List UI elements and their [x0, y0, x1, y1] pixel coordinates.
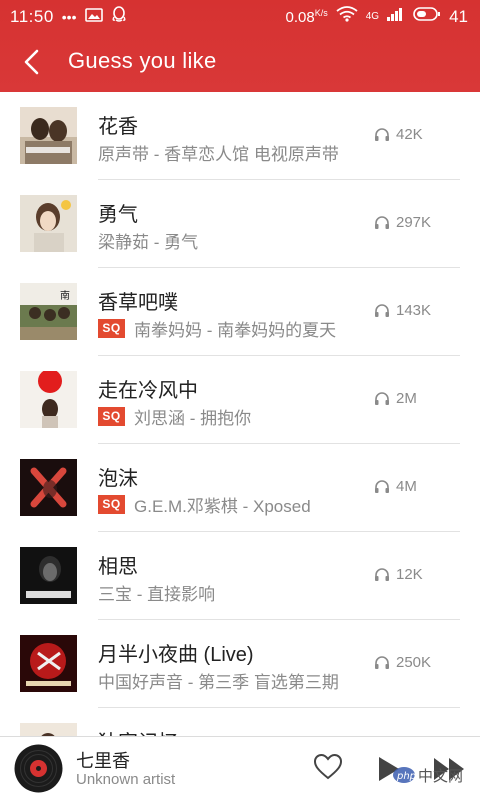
song-row[interactable]: 独家记忆: [0, 708, 480, 736]
app-header: 11:50 ••• 0.08K/s 4G 41 Guess you like: [0, 0, 480, 92]
favorite-button[interactable]: [313, 753, 343, 783]
sq-badge: SQ: [98, 407, 125, 426]
song-row[interactable]: 南 香草吧噗 SQ 南拳妈妈 - 南拳妈妈的夏天 143K: [0, 268, 480, 356]
page-title: Guess you like: [68, 48, 217, 73]
svg-text:php: php: [396, 771, 416, 782]
song-title: 香草吧噗: [98, 292, 178, 314]
play-count-value: 12K: [396, 566, 423, 583]
play-count-value: 143K: [396, 302, 432, 319]
status-time: 11:50: [10, 7, 54, 26]
song-subtitle: SQ G.E.M.邓紫棋 - Xposed: [98, 492, 311, 517]
network-type: 4G: [365, 11, 380, 22]
headphones-icon: [375, 656, 389, 669]
back-arrow-icon: [24, 49, 39, 75]
play-count: 143K: [374, 302, 436, 319]
battery-level: 41: [449, 6, 468, 26]
album-cover: 南: [20, 283, 77, 340]
album-cover: [20, 459, 77, 516]
song-subtitle: 原声带 - 香草恋人馆 电视原声带: [98, 145, 339, 164]
title-bar: Guess you like: [0, 32, 480, 92]
song-subtitle: 中国好声音 - 第三季 盲选第三期: [98, 673, 339, 692]
screen: 11:50 ••• 0.08K/s 4G 41 Guess you like 花…: [0, 0, 480, 800]
now-playing-title: 七里香: [76, 751, 130, 771]
album-cover: [20, 371, 77, 428]
svg-text:南: 南: [60, 289, 70, 302]
play-count: 2M: [374, 390, 436, 407]
song-row[interactable]: 月半小夜曲 (Live) 中国好声音 - 第三季 盲选第三期 250K: [0, 620, 480, 708]
network-speed: 0.08K/s: [285, 7, 328, 26]
song-row[interactable]: 相思 三宝 - 直接影响 12K: [0, 532, 480, 620]
song-title: 泡沫: [98, 468, 138, 490]
play-count-value: 250K: [396, 654, 432, 671]
headphones-icon: [375, 480, 389, 493]
song-subtitle: SQ 刘思涵 - 拥抱你: [98, 404, 251, 429]
album-cover: [20, 107, 77, 164]
song-subtitle: 梁静茹 - 勇气: [98, 233, 199, 252]
song-title: 独家记忆: [98, 726, 178, 736]
song-subtitle: SQ 南拳妈妈 - 南拳妈妈的夏天: [98, 316, 336, 341]
song-row[interactable]: 泡沫 SQ G.E.M.邓紫棋 - Xposed 4M: [0, 444, 480, 532]
song-title: 走在冷风中: [98, 380, 198, 402]
now-playing-artist: Unknown artist: [76, 771, 176, 788]
album-cover: [20, 723, 77, 736]
song-title: 花香: [98, 116, 138, 138]
now-playing-bar[interactable]: 七里香 Unknown artist php 中文网: [0, 736, 480, 800]
sq-badge: SQ: [98, 319, 125, 338]
headphones-icon: [375, 128, 389, 141]
play-count: 42K: [374, 126, 436, 143]
song-title: 相思: [98, 556, 138, 578]
headphones-icon: [375, 392, 389, 405]
headphones-icon: [375, 304, 389, 317]
wifi-icon: [336, 6, 358, 27]
song-row[interactable]: 勇气 梁静茹 - 勇气 297K: [0, 180, 480, 268]
status-left: 11:50 •••: [10, 6, 127, 28]
play-count: 12K: [374, 566, 436, 583]
album-cover: [20, 635, 77, 692]
watermark: php 中文网: [392, 761, 470, 789]
album-cover: [20, 547, 77, 604]
vinyl-disc-icon[interactable]: [14, 744, 63, 793]
song-list[interactable]: 花香 原声带 - 香草恋人馆 电视原声带 42K 勇气 梁静茹 - 勇气 297…: [0, 92, 480, 736]
battery-icon: [413, 6, 441, 27]
play-count: 297K: [374, 214, 436, 231]
back-button[interactable]: [14, 44, 50, 80]
play-count-value: 42K: [396, 126, 423, 143]
song-row[interactable]: 走在冷风中 SQ 刘思涵 - 拥抱你 2M: [0, 356, 480, 444]
sq-badge: SQ: [98, 495, 125, 514]
play-count-value: 2M: [396, 390, 417, 407]
album-cover: [20, 195, 77, 252]
play-count-value: 4M: [396, 478, 417, 495]
play-count: 4M: [374, 478, 436, 495]
status-bar: 11:50 ••• 0.08K/s 4G 41: [0, 0, 480, 32]
headphones-icon: [375, 216, 389, 229]
headphones-icon: [375, 568, 389, 581]
play-count-value: 297K: [396, 214, 432, 231]
status-dots: •••: [61, 9, 77, 25]
status-right: 0.08K/s 4G 41: [286, 6, 468, 27]
song-title: 勇气: [98, 204, 138, 226]
gallery-icon: [84, 7, 103, 27]
song-row[interactable]: 花香 原声带 - 香草恋人馆 电视原声带 42K: [0, 92, 480, 180]
qq-icon: [111, 6, 127, 28]
play-count: 250K: [374, 654, 436, 671]
signal-icon: [387, 7, 405, 26]
heart-icon: [313, 753, 343, 780]
watermark-text: 中文网: [418, 767, 463, 785]
song-subtitle: 三宝 - 直接影响: [98, 585, 216, 604]
song-title: 月半小夜曲 (Live): [98, 644, 254, 666]
